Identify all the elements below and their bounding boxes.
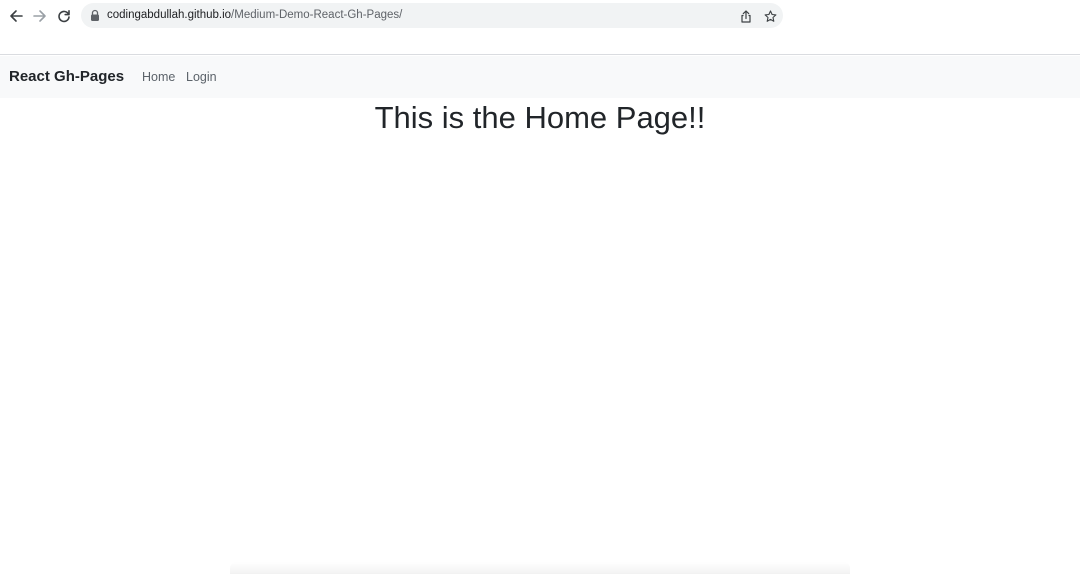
browser-toolbar: codingabdullah.github.io/Medium-Demo-Rea… [0,0,1080,55]
share-icon [741,9,751,23]
app-navbar: React Gh-Pages Home Login [0,56,1080,98]
reload-button[interactable] [53,5,75,27]
forward-button[interactable] [29,5,51,27]
bottom-shadow [230,562,850,574]
page-title: This is the Home Page!! [374,100,706,135]
lock-icon[interactable] [90,9,100,22]
back-button[interactable] [5,5,27,27]
reload-icon [58,10,70,23]
address-bar[interactable]: codingabdullah.github.io/Medium-Demo-Rea… [81,3,783,28]
nav-link-login[interactable]: Login [186,56,217,98]
url-text[interactable]: codingabdullah.github.io/Medium-Demo-Rea… [107,3,402,28]
url-path: /Medium-Demo-React-Gh-Pages/ [231,9,403,21]
bookmark-button[interactable] [762,8,778,24]
navbar-brand[interactable]: React Gh-Pages [9,56,124,98]
nav-link-home[interactable]: Home [142,56,175,98]
arrow-right-icon [33,10,46,22]
star-icon [764,9,776,22]
url-host: codingabdullah.github.io [107,9,232,21]
arrow-left-icon [10,10,23,22]
share-button[interactable] [738,8,754,24]
